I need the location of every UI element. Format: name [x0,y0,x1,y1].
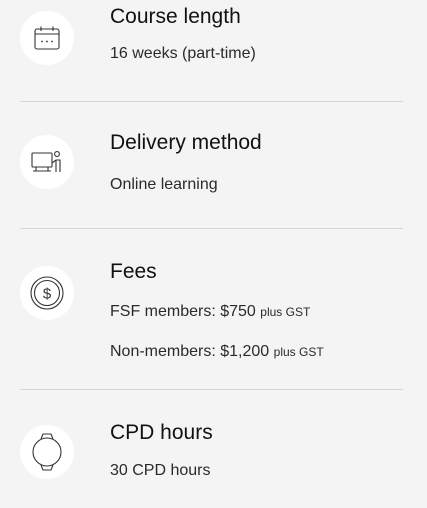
item-title: CPD hours [110,421,213,444]
divider [20,389,403,390]
watch-icon-badge [20,425,74,479]
item-title: Delivery method [110,131,262,154]
dollar-coin-icon: $ [30,276,64,310]
item-detail: Online learning [110,175,218,195]
item-detail-text: 16 weeks (part-time) [110,45,256,62]
item-detail-text: Online learning [110,176,218,193]
item-detail-text: 30 CPD hours [110,462,211,479]
item-title: Fees [110,260,157,283]
divider [20,101,403,102]
item-detail-suffix: plus GST [273,345,324,359]
item-title: Course length [110,5,241,28]
item-detail: 30 CPD hours [110,461,211,481]
calendar-icon-badge [20,11,74,65]
item-detail-text: Non-members: $1,200 [110,343,270,360]
item-detail-text: FSF members: $750 [110,303,256,320]
dollar-coin-icon-badge: $ [20,266,74,320]
presentation-icon-badge [20,135,74,189]
item-detail: Non-members: $1,200 plus GST [110,342,324,362]
presentation-icon [31,151,61,172]
item-detail: 16 weeks (part-time) [110,44,256,64]
item-detail-suffix: plus GST [260,305,311,319]
svg-text:$: $ [43,286,52,303]
divider [20,228,403,229]
calendar-icon [34,26,60,50]
item-detail: FSF members: $750 plus GST [110,302,310,322]
watch-icon [32,433,62,471]
